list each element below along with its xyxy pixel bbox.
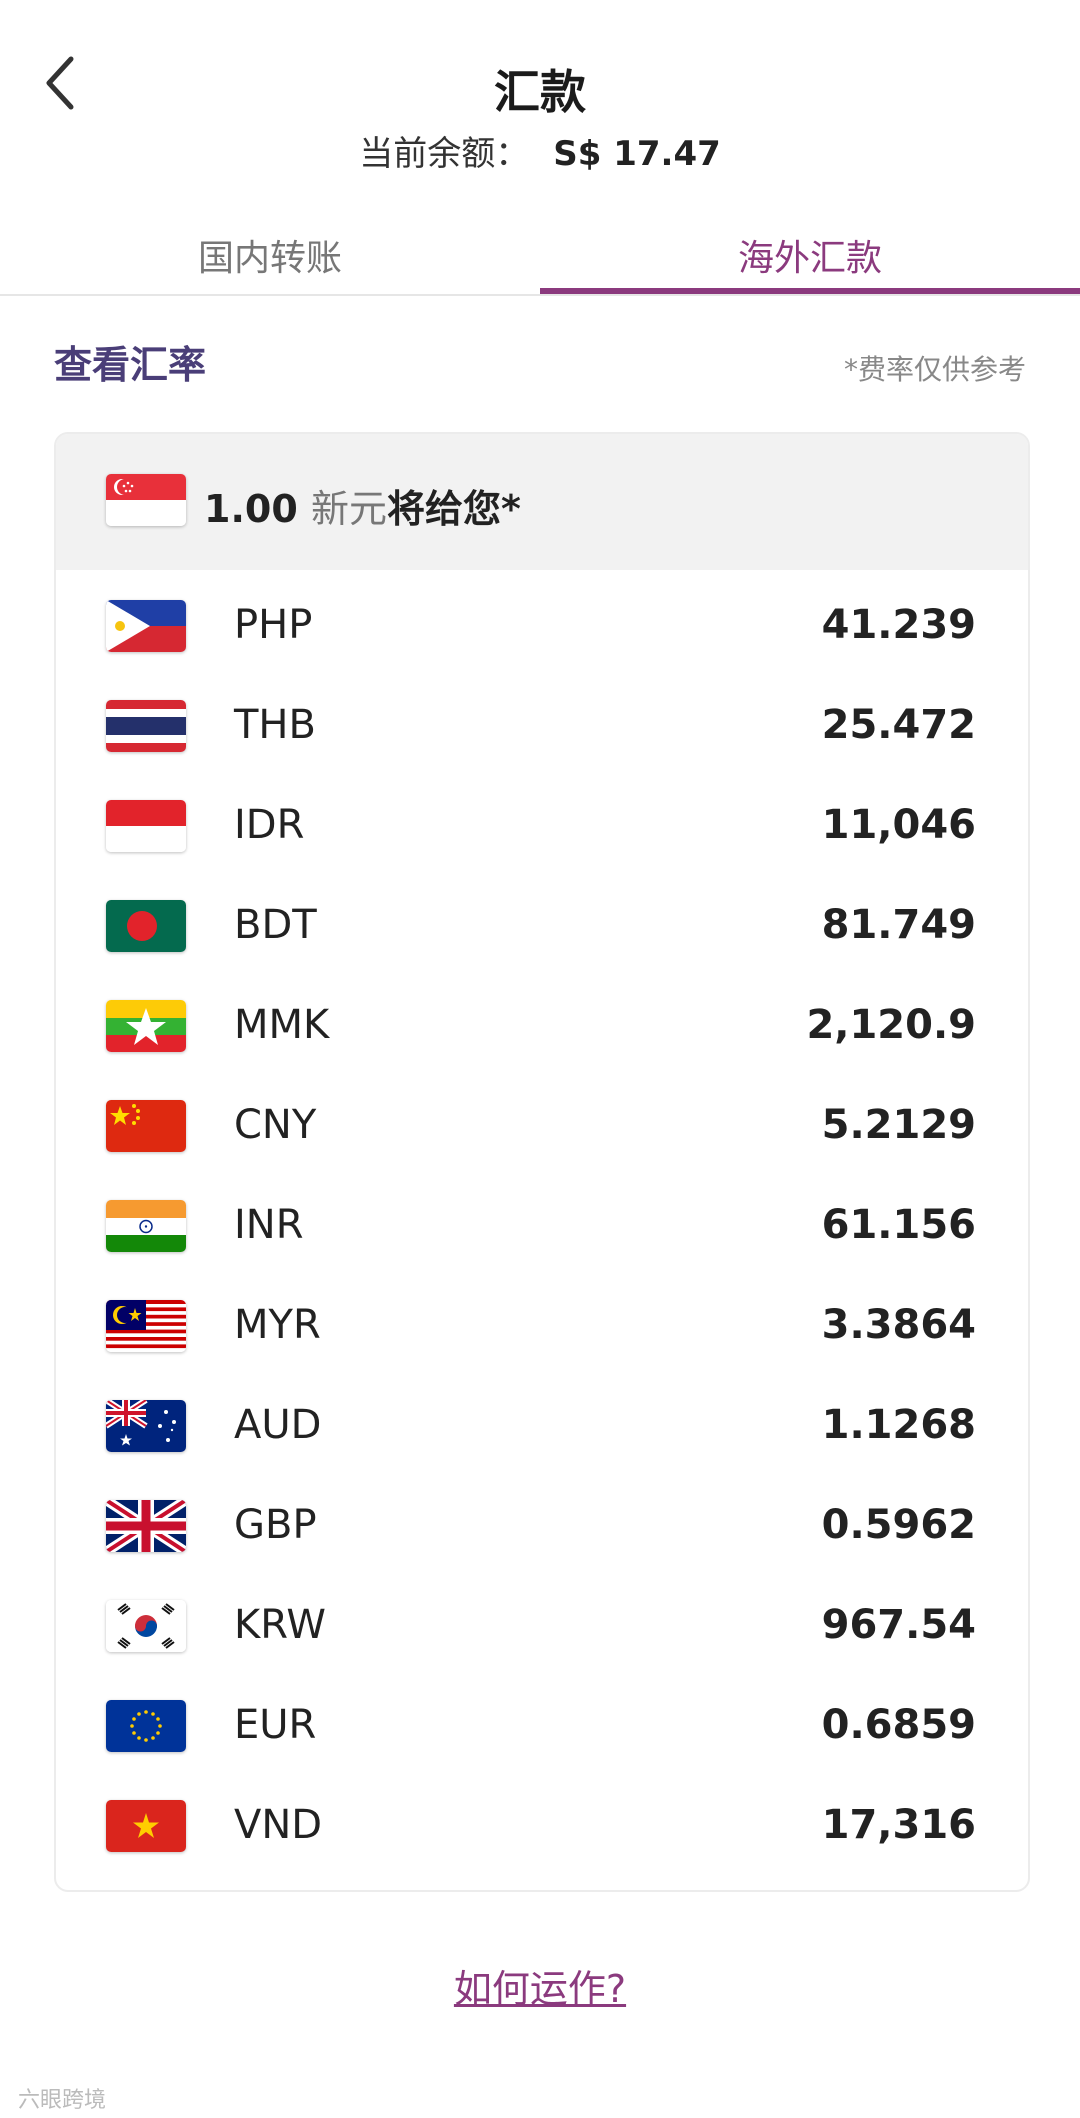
european-union-flag-icon (106, 1700, 186, 1752)
currency-code: BDT (234, 902, 317, 948)
exchange-rate-card: 1.00 新元将给您* PHP 41.239 THB 25.472 IDR 11… (54, 432, 1030, 1892)
balance-label: 当前余额： (359, 134, 530, 174)
philippines-flag-icon (106, 600, 186, 652)
base-currency: 新元 (311, 487, 388, 531)
currency-rate: 41.239 (821, 602, 976, 648)
balance-value: S$ 17.47 (553, 134, 721, 174)
rate-row-myr[interactable]: MYR 3.3864 (56, 1276, 1028, 1376)
rate-row-krw[interactable]: KRW 967.54 (56, 1576, 1028, 1676)
header: 汇款 当前余额： S$ 17.47 (0, 0, 1080, 200)
rate-disclaimer: *费率仅供参考 (843, 353, 1026, 386)
currency-code: IDR (234, 802, 305, 848)
bangladesh-flag-icon (106, 900, 186, 952)
currency-code: MMK (234, 1002, 330, 1048)
vietnam-flag-icon (106, 1800, 186, 1852)
watermark: 六眼跨境 (18, 2088, 107, 2113)
currency-code: AUD (234, 1402, 322, 1448)
rate-row-eur[interactable]: EUR 0.6859 (56, 1676, 1028, 1776)
base-amount: 1.00 (204, 487, 298, 531)
tab-overseas-remittance[interactable]: 海外汇款 (540, 216, 1080, 294)
currency-code: INR (234, 1202, 304, 1248)
currency-code: VND (234, 1802, 323, 1848)
balance-row: 当前余额： S$ 17.47 (0, 126, 1080, 175)
south-korea-flag-icon (106, 1600, 186, 1652)
page-title: 汇款 (494, 65, 586, 119)
currency-rate: 5.2129 (821, 1102, 976, 1148)
rate-row-idr[interactable]: IDR 11,046 (56, 776, 1028, 876)
currency-rate: 17,316 (821, 1802, 976, 1848)
base-currency-header: 1.00 新元将给您* (56, 434, 1028, 570)
rate-row-vnd[interactable]: VND 17,316 (56, 1776, 1028, 1876)
base-suffix: 将给您* (387, 487, 521, 531)
malaysia-flag-icon (106, 1300, 186, 1352)
currency-code: GBP (234, 1502, 317, 1548)
rate-row-gbp[interactable]: GBP 0.5962 (56, 1476, 1028, 1576)
indonesia-flag-icon (106, 800, 186, 852)
currency-code: EUR (234, 1702, 317, 1748)
rate-row-thb[interactable]: THB 25.472 (56, 676, 1028, 776)
myanmar-flag-icon (106, 1000, 186, 1052)
how-it-works-link[interactable]: 如何运作? (0, 1958, 1080, 2013)
currency-rate: 11,046 (821, 802, 976, 848)
currency-rate: 0.6859 (821, 1702, 976, 1748)
rate-row-bdt[interactable]: BDT 81.749 (56, 876, 1028, 976)
currency-code: CNY (234, 1102, 317, 1148)
singapore-flag-icon (106, 474, 186, 526)
rate-row-cny[interactable]: CNY 5.2129 (56, 1076, 1028, 1176)
remittance-page: 汇款 当前余额： S$ 17.47 国内转账 海外汇款 查看汇率 *费率仅供参考 (0, 0, 1080, 2118)
currency-rate: 25.472 (821, 702, 976, 748)
currency-rate: 1.1268 (821, 1402, 976, 1448)
united-kingdom-flag-icon (106, 1500, 186, 1552)
india-flag-icon (106, 1200, 186, 1252)
rate-row-mmk[interactable]: MMK 2,120.9 (56, 976, 1028, 1076)
rate-row-inr[interactable]: INR 61.156 (56, 1176, 1028, 1276)
section-title: 查看汇率 (54, 343, 207, 387)
currency-code: PHP (234, 602, 313, 648)
currency-rate: 2,120.9 (806, 1002, 976, 1048)
base-rate-text: 1.00 新元将给您* (204, 478, 521, 533)
thailand-flag-icon (106, 700, 186, 752)
tab-bar: 国内转账 海外汇款 (0, 216, 1080, 296)
currency-rate: 967.54 (821, 1602, 976, 1648)
australia-flag-icon (106, 1400, 186, 1452)
rate-row-php[interactable]: PHP 41.239 (56, 576, 1028, 676)
currency-rate: 3.3864 (821, 1302, 976, 1348)
rate-row-aud[interactable]: AUD 1.1268 (56, 1376, 1028, 1476)
currency-code: MYR (234, 1302, 321, 1348)
active-tab-indicator (540, 288, 1080, 294)
currency-code: THB (234, 702, 316, 748)
currency-rate: 0.5962 (821, 1502, 976, 1548)
currency-rate: 81.749 (821, 902, 976, 948)
currency-rate: 61.156 (821, 1202, 976, 1248)
china-flag-icon (106, 1100, 186, 1152)
currency-code: KRW (234, 1602, 326, 1648)
tab-domestic-transfer[interactable]: 国内转账 (0, 216, 540, 294)
